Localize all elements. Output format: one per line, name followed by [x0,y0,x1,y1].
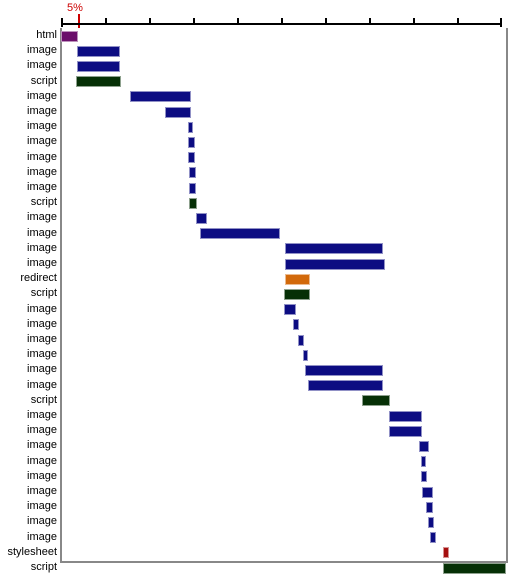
bar-image-13[interactable] [200,228,280,240]
bar-image-27[interactable] [419,440,429,452]
row-label-13: image [27,226,57,239]
percent-marker-label: 5% [67,2,83,14]
row-label-32: image [27,515,57,528]
bar-image-8[interactable] [188,152,195,164]
bar-image-12[interactable] [196,212,207,224]
row-label-17: script [30,287,57,300]
bar-image-21[interactable] [303,349,308,361]
bar-image-1[interactable] [77,45,120,57]
row-label-7: image [27,135,57,148]
bar-image-10[interactable] [189,182,196,194]
row-label-2: image [27,59,57,72]
axis-tick-5 [281,18,283,25]
row-label-30: image [27,485,57,497]
row-label-1: image [27,44,57,57]
row-label-16: redirect [20,272,57,285]
bar-script-24[interactable] [362,395,390,407]
axis-tick-0 [61,18,63,27]
row-label-28: image [27,454,57,467]
row-label-21: image [27,348,57,361]
axis-tick-2 [149,18,151,25]
bar-image-23[interactable] [308,380,383,392]
row-label-5: image [27,105,57,117]
row-label-27: image [27,439,57,452]
bar-image-15[interactable] [285,258,385,270]
waterfall-chart: 5% html image image script image image image im… [0,0,510,574]
row-label-10: image [27,181,57,193]
row-label-19: image [27,317,57,330]
bar-redirect-16[interactable] [285,273,310,285]
row-label-24: script [30,393,57,406]
row-label-9: image [27,165,57,178]
bar-script-3[interactable] [76,76,121,88]
row-label-34: stylesheet [7,545,57,558]
bar-image-5[interactable] [165,106,191,118]
bar-image-14[interactable] [285,243,383,255]
bar-image-22[interactable] [305,364,383,376]
bar-image-20[interactable] [298,334,304,346]
row-label-8: image [27,150,57,163]
row-label-14: image [27,241,57,254]
bar-script-11[interactable] [189,197,197,209]
row-label-25: image [27,409,57,421]
bar-image-31[interactable] [426,501,433,513]
row-label-4: image [27,89,57,102]
bar-html-0[interactable] [61,30,78,42]
row-label-23: image [27,378,57,391]
bar-image-32[interactable] [428,516,434,528]
bar-image-28[interactable] [421,456,426,468]
bar-image-19[interactable] [293,319,299,331]
row-label-20: image [27,333,57,345]
bar-image-29[interactable] [421,471,427,483]
axis-tick-1 [105,18,107,25]
bar-image-18[interactable] [284,304,296,316]
axis-tick-3 [193,18,195,25]
bar-script-17[interactable] [284,288,310,300]
bar-image-9[interactable] [189,167,196,179]
bar-image-2[interactable] [77,60,120,72]
bar-image-7[interactable] [188,136,195,148]
bar-image-30[interactable] [422,486,433,498]
bar-image-25[interactable] [389,410,422,422]
row-label-18: image [27,302,57,315]
bar-script-35[interactable] [443,562,506,574]
axis-tick-9 [457,18,459,25]
axis-tick-4 [237,18,239,25]
row-label-26: image [27,424,57,437]
bar-image-26[interactable] [389,425,422,437]
bar-stylesheet-34[interactable] [443,547,449,559]
row-label-3: script [30,74,57,87]
axis-tick-8 [413,18,415,25]
row-label-29: image [27,469,57,482]
axis-tick-7 [369,18,371,25]
row-label-15: image [27,257,57,269]
row-label-6: image [27,120,57,133]
row-label-33: image [27,530,57,543]
row-label-35: script [30,561,57,573]
row-label-11: script [30,196,57,209]
bar-image-6[interactable] [188,121,193,133]
axis-tick-6 [325,18,327,25]
row-label-22: image [27,363,57,376]
axis-tick-10 [500,18,502,27]
bar-image-4[interactable] [130,91,191,103]
row-label-0: html [36,29,57,41]
bar-image-33[interactable] [430,532,436,544]
row-label-12: image [27,211,57,224]
row-label-31: image [27,500,57,513]
